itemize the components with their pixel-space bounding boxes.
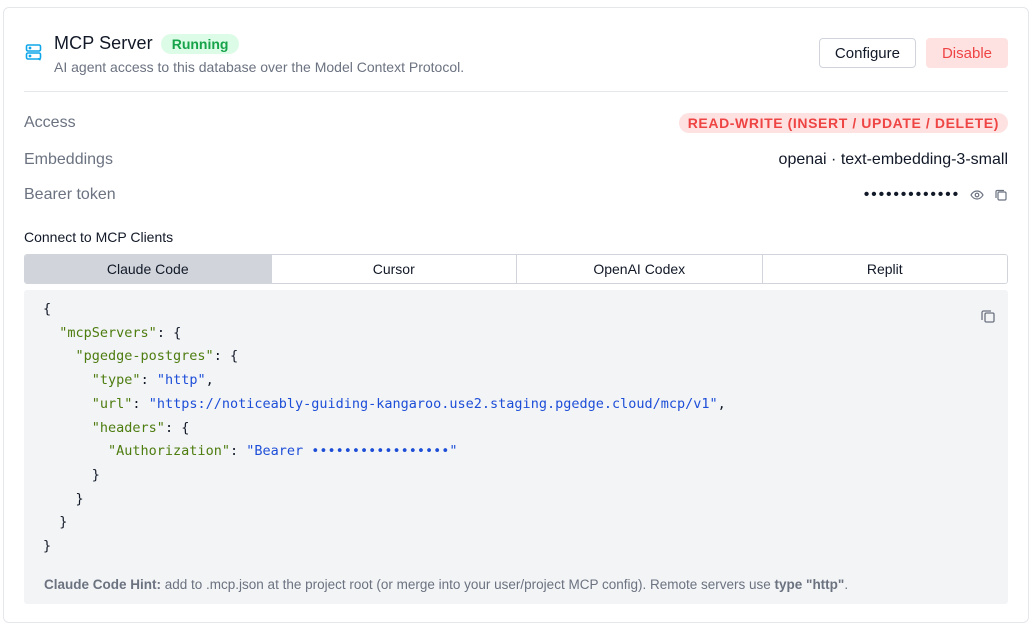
hint-text: Claude Code Hint: add to .mcp.json at th… bbox=[44, 577, 848, 592]
embeddings-label: Embeddings bbox=[24, 151, 113, 168]
hint-end: . bbox=[844, 577, 849, 592]
header-actions: Configure Disable bbox=[818, 38, 1008, 68]
token-wrap: ••••••••••••• bbox=[864, 186, 1008, 204]
code-panel: { "mcpServers": { "pgedge-postgres": { "… bbox=[24, 290, 1008, 604]
token-value: ••••••••••••• bbox=[863, 186, 960, 203]
code-key: "type" bbox=[91, 372, 141, 389]
code-key: "url" bbox=[91, 395, 133, 412]
embeddings-value: openai · text-embedding-3-small bbox=[778, 151, 1008, 168]
access-label: Access bbox=[24, 114, 76, 131]
tab-openai-codex[interactable]: OpenAI Codex bbox=[516, 255, 762, 283]
access-badge: READ-WRITE (INSERT / UPDATE / DELETE) bbox=[678, 113, 1008, 133]
code-key: "mcpServers" bbox=[59, 324, 157, 341]
server-icon bbox=[24, 42, 44, 62]
client-tabs: Claude Code Cursor OpenAI Codex Replit bbox=[24, 254, 1008, 284]
hint-strong: type "http" bbox=[774, 577, 845, 592]
page-subtitle: AI agent access to this database over th… bbox=[54, 59, 465, 75]
divider bbox=[24, 91, 1008, 92]
code-key: "pgedge-postgres" bbox=[75, 348, 214, 365]
copy-icon[interactable] bbox=[994, 188, 1008, 202]
access-row: Access READ-WRITE (INSERT / UPDATE / DEL… bbox=[24, 111, 1008, 135]
code-string: "Bearer •••••••••••••••••" bbox=[246, 443, 458, 460]
page-title: MCP Server bbox=[54, 33, 153, 53]
token-row: Bearer token ••••••••••••• bbox=[24, 183, 1008, 207]
code-string: "http" bbox=[156, 372, 206, 389]
tab-claude-code[interactable]: Claude Code bbox=[25, 255, 271, 283]
code-key: "headers" bbox=[91, 419, 165, 436]
code-string: "https://noticeably-guiding-kangaroo.use… bbox=[148, 395, 718, 412]
tab-cursor[interactable]: Cursor bbox=[270, 255, 516, 283]
token-label: Bearer token bbox=[24, 186, 116, 203]
eye-icon[interactable] bbox=[970, 188, 984, 202]
tab-replit[interactable]: Replit bbox=[761, 255, 1007, 283]
mcp-server-card: MCP Server Running AI agent access to th… bbox=[3, 7, 1029, 623]
connect-title: Connect to MCP Clients bbox=[24, 229, 174, 245]
embeddings-row: Embeddings openai · text-embedding-3-sma… bbox=[24, 148, 1008, 172]
configure-button[interactable]: Configure bbox=[818, 38, 916, 68]
title-row: MCP Server Running bbox=[54, 33, 240, 54]
card-header: MCP Server Running AI agent access to th… bbox=[24, 32, 1008, 78]
status-badge: Running bbox=[160, 33, 240, 54]
config-code: { "mcpServers": { "pgedge-postgres": { "… bbox=[43, 301, 726, 555]
hint-body: add to .mcp.json at the project root (or… bbox=[161, 577, 775, 592]
hint-label: Claude Code Hint: bbox=[44, 577, 161, 592]
code-key: "Authorization" bbox=[108, 443, 230, 460]
copy-code-icon[interactable] bbox=[980, 308, 996, 324]
disable-button[interactable]: Disable bbox=[925, 38, 1008, 68]
